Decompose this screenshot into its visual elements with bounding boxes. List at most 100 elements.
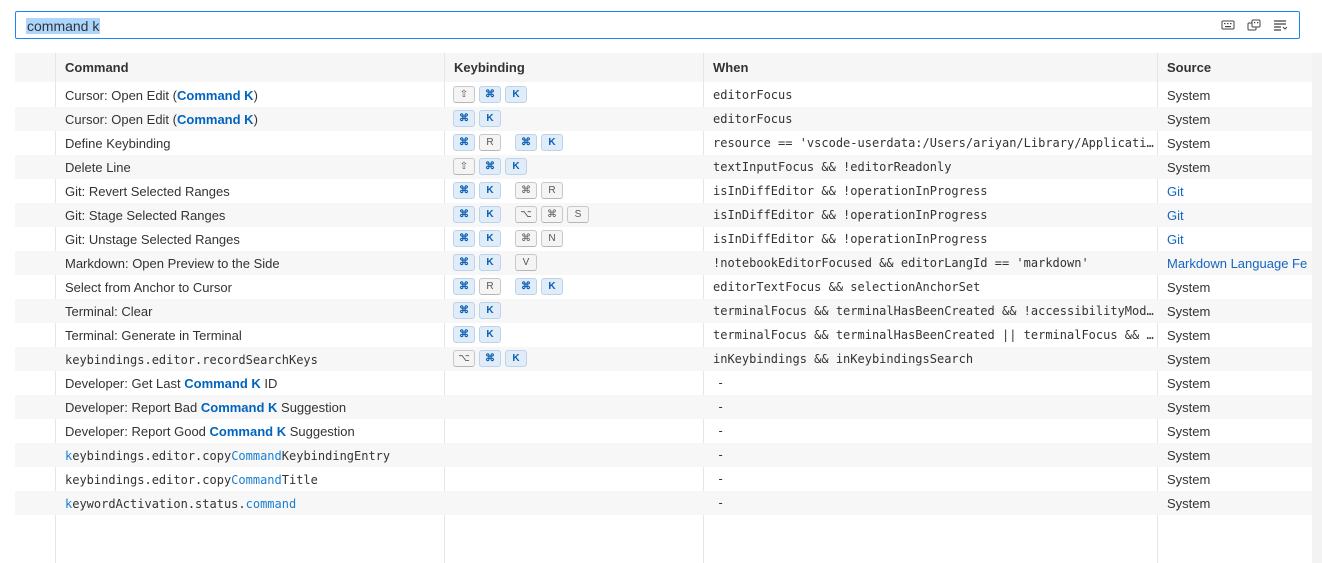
when-clause-cell[interactable]: editorFocus [713, 112, 1158, 127]
chord-separator [505, 206, 515, 223]
command-cell: Select from Anchor to Cursor [65, 280, 450, 295]
vertical-scrollbar[interactable] [1312, 53, 1322, 563]
command-label-part: Markdown: Open Preview to the Side [65, 256, 280, 271]
source-cell: System [1167, 424, 1211, 439]
table-row[interactable]: Developer: Report Bad Command K Suggesti… [15, 395, 1312, 419]
when-clause-cell[interactable]: inKeybindings && inKeybindingsSearch [713, 352, 1158, 367]
keybinding-cell[interactable]: ⌘ K [453, 302, 703, 319]
source-cell[interactable]: Markdown Language Fe [1167, 256, 1317, 271]
table-row[interactable]: Developer: Get Last Command K ID - System [15, 371, 1312, 395]
key-cap: K [479, 302, 501, 319]
when-clause-cell[interactable]: resource == 'vscode-userdata:/Users/ariy… [713, 136, 1158, 151]
key-cap: ⌘ [515, 134, 537, 151]
keyboard-icon[interactable] [1221, 18, 1235, 32]
command-label-part: Developer: Report Good [65, 424, 210, 439]
keybinding-cell[interactable]: ⌘ K ⌥ ⌘ S [453, 206, 703, 223]
key-cap: K [479, 254, 501, 271]
when-clause-cell[interactable]: isInDiffEditor && !operationInProgress [713, 232, 1158, 247]
when-clause-cell[interactable]: - [713, 424, 1162, 439]
when-clause-cell[interactable]: - [713, 496, 1162, 511]
table-row[interactable]: Cursor: Open Edit (Command K) ⇧ ⌘ K editorFo… [15, 83, 1312, 107]
key-cap: K [479, 110, 501, 127]
command-label-part: Suggestion [277, 400, 347, 415]
when-clause-cell[interactable]: isInDiffEditor && !operationInProgress [713, 208, 1158, 223]
column-header-keybinding[interactable]: Keybinding [454, 60, 525, 75]
command-label-part: Command K [177, 88, 254, 103]
when-clause-cell[interactable]: textInputFocus && !editorReadonly [713, 160, 1158, 175]
table-row[interactable]: keybindings.editor.copyCommandKeybinding… [15, 443, 1312, 467]
keybinding-cell[interactable]: ⌘ K ⌘ N [453, 230, 703, 247]
command-label-part: Terminal: Generate in Terminal [65, 328, 242, 343]
key-cap: ⌘ [479, 86, 501, 103]
keybinding-cell[interactable]: ⇧ ⌘ K [453, 158, 703, 175]
when-clause-cell[interactable]: - [713, 448, 1162, 463]
keybinding-cell[interactable]: ⌘ R ⌘ K [453, 134, 703, 151]
table-header: Command Keybinding When Source [15, 53, 1312, 82]
when-clause-cell[interactable]: isInDiffEditor && !operationInProgress [713, 184, 1158, 199]
keybinding-cell[interactable]: ⌘ K V [453, 254, 703, 271]
command-label-part: Suggestion [286, 424, 355, 439]
table-row[interactable]: Developer: Report Good Command K Suggest… [15, 419, 1312, 443]
keybinding-cell[interactable]: ⌥ ⌘ K [453, 350, 703, 367]
key-cap: ⌘ [453, 254, 475, 271]
column-header-source[interactable]: Source [1167, 60, 1211, 75]
source-cell[interactable]: Git [1167, 184, 1317, 199]
command-label-part: Cursor: Open Edit ( [65, 88, 177, 103]
record-keys-icon[interactable] [1247, 18, 1261, 32]
table-row[interactable]: Terminal: Generate in Terminal ⌘ K terminal… [15, 323, 1312, 347]
when-clause-cell[interactable]: editorFocus [713, 88, 1158, 103]
key-cap: ⌘ [453, 110, 475, 127]
table-row[interactable]: Git: Unstage Selected Ranges ⌘ K ⌘ NisInDiff… [15, 227, 1312, 251]
keybinding-cell[interactable]: ⌘ K [453, 110, 703, 127]
key-cap: ⌘ [515, 182, 537, 199]
when-clause-cell[interactable]: - [713, 376, 1162, 391]
key-cap: ⌘ [453, 230, 475, 247]
when-clause-cell[interactable]: terminalFocus && terminalHasBeenCreated … [713, 304, 1158, 319]
command-label-part: Title [281, 473, 318, 487]
source-cell[interactable]: Git [1167, 232, 1317, 247]
key-cap: ⌘ [515, 230, 537, 247]
keybindings-search-input[interactable]: command k [15, 11, 1300, 39]
table-row[interactable]: Git: Stage Selected Ranges ⌘ K ⌥ ⌘ S isInDiffE… [15, 203, 1312, 227]
chord-separator [505, 182, 515, 199]
table-row[interactable]: Cursor: Open Edit (Command K) ⌘ KeditorFoc… [15, 107, 1312, 131]
command-cell: Git: Stage Selected Ranges [65, 208, 450, 223]
sort-by-precedence-icon[interactable] [1273, 18, 1287, 32]
when-clause-cell[interactable]: - [713, 400, 1162, 415]
table-row[interactable]: Terminal: Clear ⌘ KterminalFocus && termin… [15, 299, 1312, 323]
table-row[interactable]: Delete Line ⇧ ⌘ K textInputFocus && !editorR… [15, 155, 1312, 179]
command-cell: Cursor: Open Edit (Command K) [65, 112, 450, 127]
column-header-command[interactable]: Command [65, 60, 129, 75]
source-cell: System [1167, 400, 1211, 415]
keybinding-cell[interactable]: ⌘ K ⌘ R [453, 182, 703, 199]
key-cap: R [479, 278, 501, 295]
table-row[interactable]: keybindings.editor.copyCommandTitle - Syst… [15, 467, 1312, 491]
command-cell: keybindings.editor.copyCommandTitle [65, 472, 450, 488]
when-clause-cell[interactable]: !notebookEditorFocused && editorLangId =… [713, 256, 1158, 271]
table-row[interactable]: Select from Anchor to Cursor ⌘ R ⌘ K editorTe… [15, 275, 1312, 299]
command-label-part: Cursor: Open Edit ( [65, 112, 177, 127]
table-row[interactable]: Markdown: Open Preview to the Side ⌘ K V !no… [15, 251, 1312, 275]
command-cell: Cursor: Open Edit (Command K) [65, 88, 450, 103]
table-row[interactable]: Git: Revert Selected Ranges ⌘ K ⌘ RisInDiffE… [15, 179, 1312, 203]
keybinding-cell[interactable]: ⌘ R ⌘ K [453, 278, 703, 295]
source-cell: System [1167, 328, 1211, 343]
column-header-when[interactable]: When [713, 60, 748, 75]
command-label-part: Command K [184, 376, 261, 391]
when-clause-cell[interactable]: editorTextFocus && selectionAnchorSet [713, 280, 1158, 295]
command-cell: keybindings.editor.recordSearchKeys [65, 352, 450, 368]
command-label-part: ) [253, 112, 258, 127]
command-label-part: Developer: Get Last [65, 376, 185, 391]
keybinding-cell[interactable]: ⌘ K [453, 326, 703, 343]
source-cell: System [1167, 472, 1211, 487]
when-clause-cell[interactable]: terminalFocus && terminalHasBeenCreated … [713, 328, 1158, 343]
table-row[interactable]: keybindings.editor.recordSearchKeys ⌥ ⌘ K in… [15, 347, 1312, 371]
command-cell: Delete Line [65, 160, 450, 175]
table-row[interactable]: keywordActivation.status.command - System [15, 491, 1312, 515]
when-clause-cell[interactable]: - [713, 472, 1162, 487]
source-cell: System [1167, 136, 1211, 151]
source-cell: System [1167, 88, 1211, 103]
table-row[interactable]: Define Keybinding ⌘ R ⌘ Kresource == 'vscode… [15, 131, 1312, 155]
source-cell[interactable]: Git [1167, 208, 1317, 223]
keybinding-cell[interactable]: ⇧ ⌘ K [453, 86, 703, 103]
